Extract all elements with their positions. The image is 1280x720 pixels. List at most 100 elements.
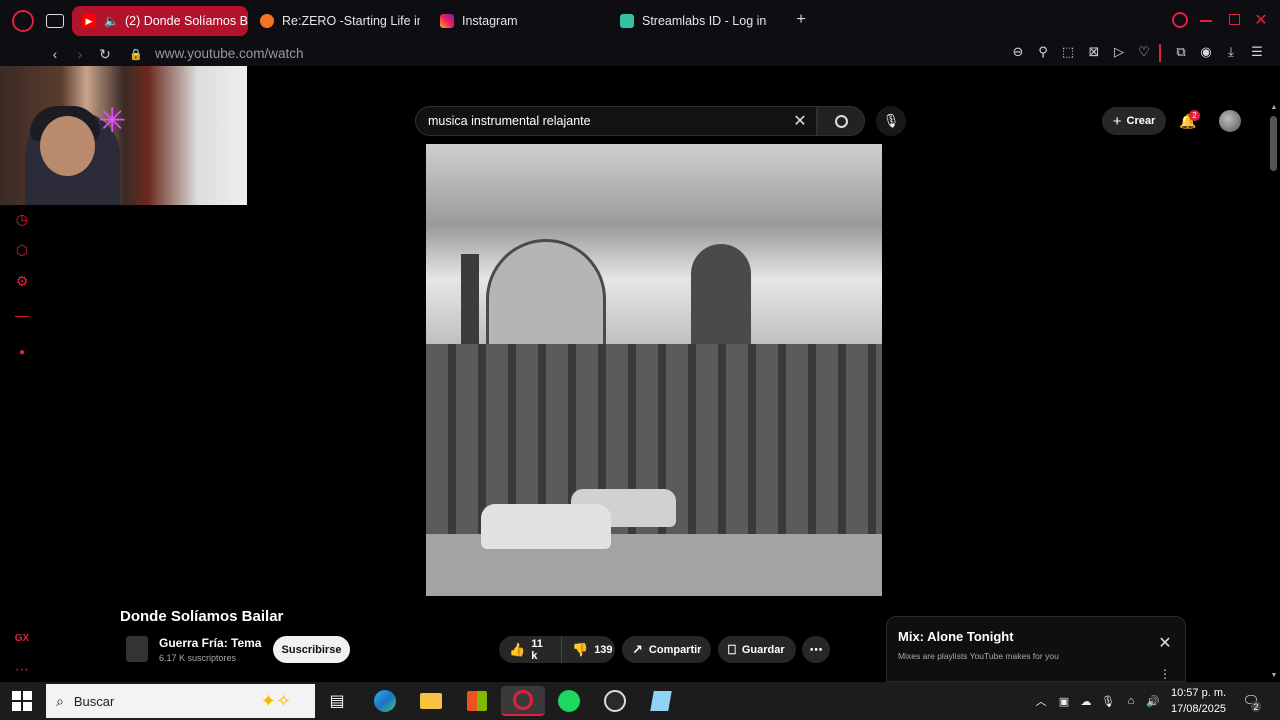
- clock-time[interactable]: 10:57 p. m.: [1171, 687, 1226, 699]
- clock-date[interactable]: 17/08/2025: [1171, 703, 1226, 715]
- search-input[interactable]: musica instrumental relajante ✕: [415, 106, 817, 136]
- notification-badge: 2: [1189, 110, 1200, 121]
- subscribe-button[interactable]: Suscribirse: [273, 636, 350, 663]
- adblock-icon[interactable]: ⊠: [1085, 43, 1103, 61]
- microsoft-store-icon[interactable]: [461, 686, 493, 716]
- page-scrollbar[interactable]: ▲ ▼: [1268, 100, 1280, 682]
- thumbs-down-icon: 👎: [572, 641, 589, 657]
- video-frame-car: [481, 504, 611, 549]
- close-icon[interactable]: ✕: [1155, 633, 1175, 653]
- zoom-out-icon[interactable]: ⊖: [1009, 43, 1027, 61]
- network-icon[interactable]: ⌂: [1123, 693, 1139, 709]
- webcam-overlay: ✳: [0, 66, 247, 205]
- bookmark-icon: ⎕: [728, 641, 736, 657]
- tab-crunchyroll[interactable]: Re:ZERO -Starting Life in: [260, 6, 420, 36]
- heart-icon[interactable]: ♡: [1135, 43, 1153, 61]
- search-tabs-icon[interactable]: [1172, 12, 1188, 28]
- avatar[interactable]: [1219, 110, 1241, 132]
- volume-icon[interactable]: 🔊: [1145, 693, 1161, 709]
- obs-icon[interactable]: [599, 686, 631, 716]
- more-vertical-icon[interactable]: ⋮: [1159, 667, 1171, 681]
- share-icon: ↗: [632, 641, 643, 657]
- history-icon[interactable]: ◷: [13, 210, 31, 228]
- video-player[interactable]: [426, 144, 882, 596]
- profile-icon[interactable]: ◉: [1197, 43, 1215, 61]
- file-explorer-icon[interactable]: [415, 686, 447, 716]
- minimize-icon[interactable]: [1200, 20, 1212, 22]
- task-view-icon[interactable]: ▤: [321, 686, 353, 716]
- tab-youtube[interactable]: ▶ 🔈 (2) Donde Solíamos Ba: [72, 6, 248, 36]
- channel-avatar[interactable]: [126, 636, 148, 662]
- spotify-icon[interactable]: [553, 686, 585, 716]
- chevron-up-icon[interactable]: ︿: [1033, 693, 1049, 709]
- more-horizontal-icon: ⋯: [809, 641, 823, 657]
- video-frame-dome: [486, 239, 606, 349]
- plus-icon: +: [1112, 112, 1122, 130]
- subscriber-count: 6.17 K suscriptores: [159, 653, 237, 663]
- tab-title: Streamlabs ID - Log in: [642, 14, 767, 28]
- ublock-icon[interactable]: ●: [13, 343, 31, 361]
- taskbar-search-input[interactable]: ⌕ Buscar ✦✧: [46, 684, 315, 718]
- settings-gear-icon[interactable]: ⚙: [13, 272, 31, 290]
- voice-search-button[interactable]: 🎙: [876, 106, 906, 136]
- tab-streamlabs[interactable]: Streamlabs ID - Log in: [620, 6, 790, 36]
- more-actions-button[interactable]: ⋯: [802, 636, 830, 663]
- dislike-button[interactable]: 👎 139: [561, 636, 615, 663]
- sidebar-more-icon[interactable]: ⋯: [13, 660, 31, 678]
- onedrive-icon[interactable]: ☁: [1078, 693, 1094, 709]
- scroll-thumb[interactable]: [1270, 116, 1277, 171]
- windows-start-icon[interactable]: [12, 691, 32, 711]
- lock-icon: 🔒: [129, 48, 143, 61]
- save-button[interactable]: ⎕ Guardar: [718, 636, 796, 663]
- notes-app-icon[interactable]: [645, 686, 677, 716]
- scroll-up-icon[interactable]: ▲: [1269, 102, 1279, 112]
- pin-icon[interactable]: ⚲: [1034, 43, 1052, 61]
- gx-label[interactable]: GX: [13, 629, 31, 647]
- youtube-icon: ▶: [82, 14, 96, 28]
- microphone-icon: 🎙: [882, 113, 900, 128]
- create-button[interactable]: + Crear: [1102, 107, 1166, 135]
- clear-search-icon[interactable]: ✕: [790, 111, 810, 131]
- snapshot-icon[interactable]: ⬚: [1059, 43, 1077, 61]
- toolbar-divider: [1159, 44, 1161, 62]
- mix-title: Mix: Alone Tonight: [898, 629, 1014, 644]
- back-icon[interactable]: ‹: [45, 44, 65, 64]
- forward-icon[interactable]: ›: [70, 44, 90, 64]
- send-icon[interactable]: ▷: [1110, 43, 1128, 61]
- tab-switcher-icon[interactable]: [46, 14, 64, 28]
- close-window-icon[interactable]: ✕: [1253, 10, 1269, 30]
- crunchyroll-icon: [260, 14, 274, 28]
- tab-title: Re:ZERO -Starting Life in: [282, 14, 420, 28]
- tab-title: (2) Donde Solíamos Ba: [124, 14, 248, 28]
- taskbar-search-placeholder: Buscar: [73, 693, 115, 709]
- thumbs-up-icon: 👍: [509, 641, 526, 657]
- tab-instagram[interactable]: Instagram: [440, 6, 600, 36]
- scroll-down-icon[interactable]: ▼: [1269, 670, 1279, 680]
- speaker-icon[interactable]: 🔈: [104, 14, 119, 28]
- share-label: Compartir: [648, 643, 702, 656]
- search-query: musica instrumental relajante: [428, 114, 591, 128]
- maximize-icon[interactable]: [1229, 14, 1240, 25]
- url-field[interactable]: www.youtube.com/watch: [155, 46, 304, 61]
- edge-icon[interactable]: [369, 686, 401, 716]
- download-icon[interactable]: ⤓: [1222, 43, 1240, 61]
- extensions-icon[interactable]: ⧉: [1172, 43, 1190, 61]
- webcam-face: [40, 116, 95, 176]
- mix-playlist-card[interactable]: Mix: Alone Tonight Mixes are playlists Y…: [886, 616, 1186, 682]
- opera-logo-icon[interactable]: [12, 10, 34, 32]
- tab-title: Instagram: [462, 14, 518, 28]
- channel-name[interactable]: Guerra Fría: Tema: [159, 636, 261, 650]
- search-icon: [834, 114, 848, 128]
- reload-icon[interactable]: ↻: [95, 44, 115, 64]
- extensions-sidebar-icon[interactable]: ⬡: [13, 241, 31, 259]
- search-button[interactable]: [817, 106, 865, 136]
- tray-app-icon[interactable]: ▣: [1056, 693, 1072, 709]
- like-button[interactable]: 👍 11 k: [499, 636, 561, 663]
- share-button[interactable]: ↗ Compartir: [622, 636, 711, 663]
- webcam-decoration: ✳: [98, 102, 127, 140]
- microphone-tray-icon[interactable]: 🎙: [1100, 693, 1116, 709]
- opera-gx-icon[interactable]: [501, 686, 545, 716]
- new-tab-icon[interactable]: +: [793, 11, 809, 28]
- notification-count-badge: 2: [1251, 701, 1261, 712]
- menu-icon[interactable]: ☰: [1248, 43, 1266, 61]
